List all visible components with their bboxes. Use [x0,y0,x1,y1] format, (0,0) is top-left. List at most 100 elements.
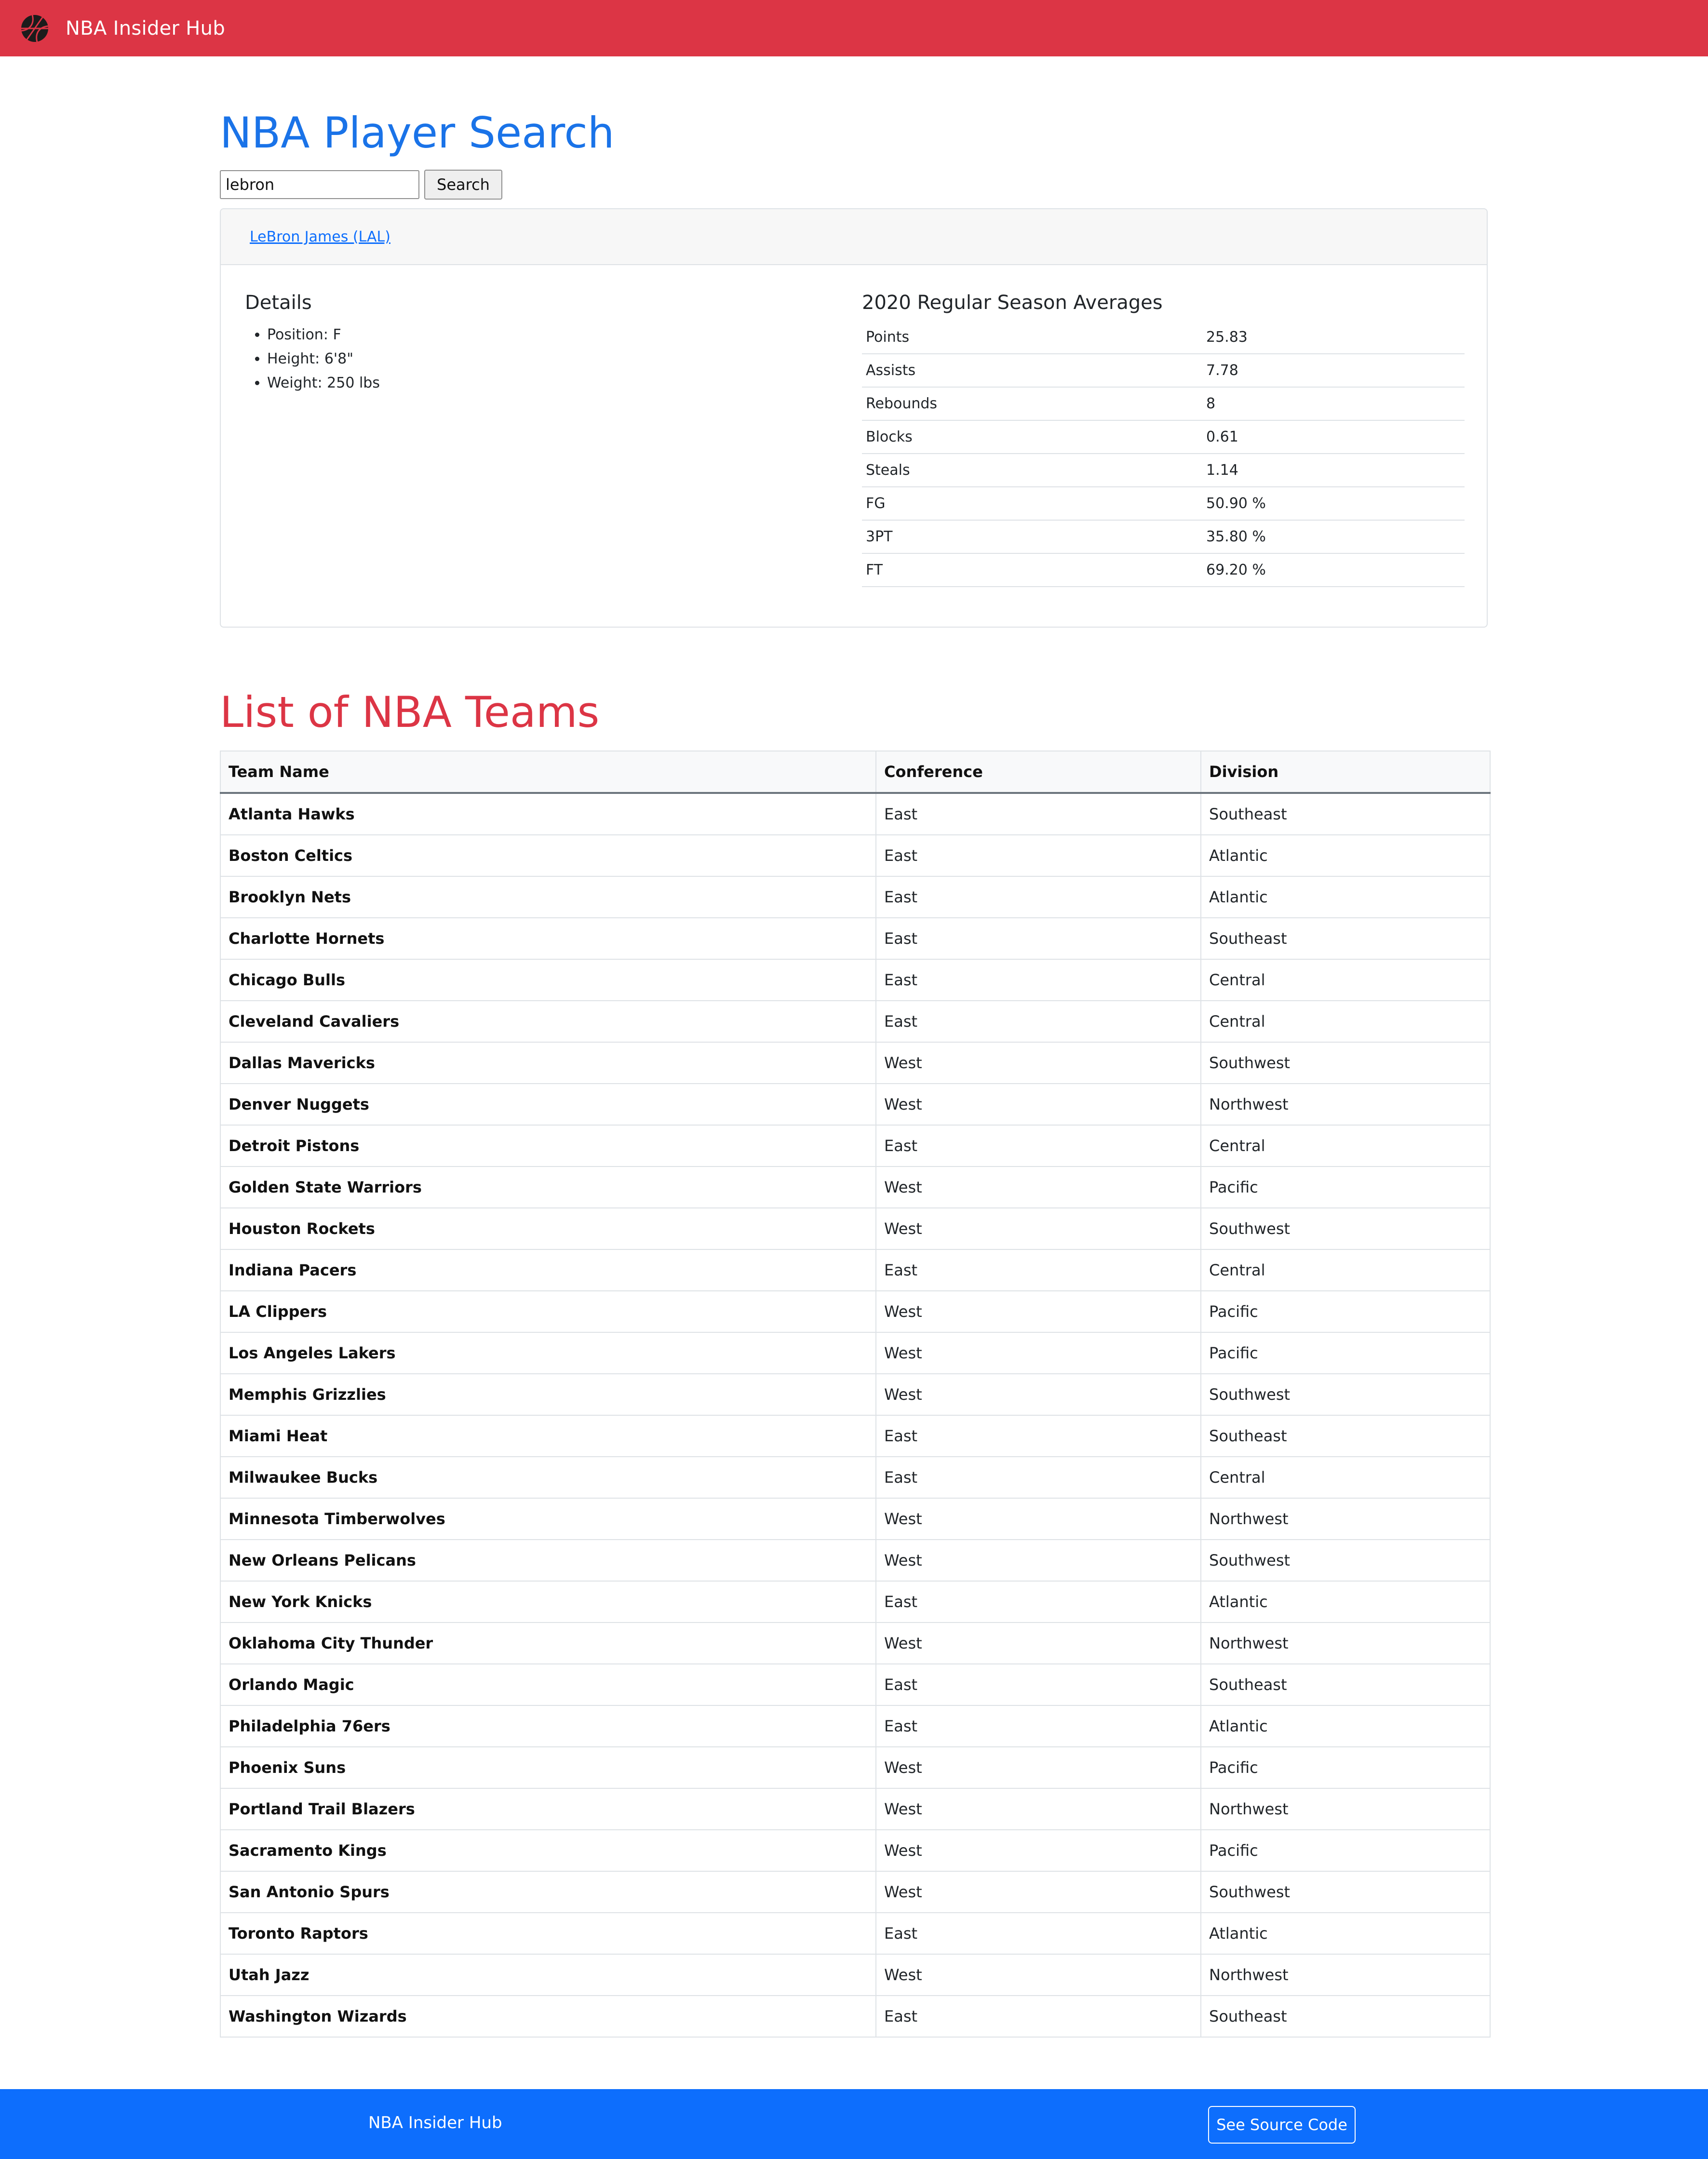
table-row: Atlanta Hawks East Southeast [220,792,1491,835]
conference-cell: East [875,1456,1201,1499]
search-button[interactable]: Search [424,170,502,200]
team-name-cell: Boston Celtics [220,834,876,877]
conference-cell: East [875,792,1201,835]
table-row: Indiana Pacers East Central [220,1249,1491,1291]
table-row: LA Clippers West Pacific [220,1290,1491,1333]
table-row: Memphis Grizzlies West Southwest [220,1373,1491,1416]
team-name-cell: Philadelphia 76ers [220,1705,876,1747]
conference-cell: East [875,1705,1201,1747]
conference-cell: East [875,876,1201,918]
table-row: Toronto Raptors East Atlantic [220,1912,1491,1955]
team-name-cell: Los Angeles Lakers [220,1332,876,1374]
table-row: Houston Rockets West Southwest [220,1207,1491,1250]
conference-cell: West [875,1166,1201,1208]
conference-cell: East [875,1581,1201,1623]
average-value: 50.90 % [1202,487,1465,521]
average-value: 0.61 [1202,420,1465,454]
division-cell: Central [1200,1249,1491,1291]
team-name-cell: Dallas Mavericks [220,1042,876,1084]
search-form: Search [220,170,502,200]
detail-position: Position: F [267,323,380,347]
conference-cell: East [875,959,1201,1001]
conference-cell: West [875,1871,1201,1913]
teams-table: Team Name Conference Division Atlanta Ha… [220,751,1491,2038]
teams-title: List of NBA Teams [220,687,600,737]
average-label: 3PT [862,520,1202,554]
table-row: Utah Jazz West Northwest [220,1954,1491,1996]
team-name-cell: Atlanta Hawks [220,792,876,835]
table-row: Charlotte Hornets East Southeast [220,917,1491,960]
conference-cell: West [875,1829,1201,1872]
team-name-cell: Charlotte Hornets [220,917,876,960]
table-row: Dallas Mavericks West Southwest [220,1042,1491,1084]
team-name-cell: Phoenix Suns [220,1746,876,1789]
conference-cell: West [875,1373,1201,1416]
division-cell: Southwest [1200,1539,1491,1582]
table-row: Philadelphia 76ers East Atlantic [220,1705,1491,1747]
season-averages: 2020 Regular Season Averages Points 25.83… [862,290,1465,587]
division-cell: Central [1200,959,1491,1001]
navbar: NBA Insider Hub [0,0,1708,56]
conference-cell: East [875,834,1201,877]
navbar-brand[interactable]: NBA Insider Hub [20,14,225,43]
division-cell: Southeast [1200,1995,1491,2038]
average-row: 3PT 35.80 % [862,520,1465,554]
division-cell: Pacific [1200,1166,1491,1208]
conference-cell: West [875,1290,1201,1333]
division-cell: Southwest [1200,1042,1491,1084]
average-value: 8 [1202,387,1465,421]
average-value: 7.78 [1202,354,1465,388]
team-name-cell: New York Knicks [220,1581,876,1623]
division-cell: Atlantic [1200,1705,1491,1747]
division-cell: Atlantic [1200,1912,1491,1955]
average-label: Steals [862,454,1202,487]
details-heading: Details [245,292,312,314]
header-division: Division [1200,751,1491,794]
see-source-code-button[interactable]: See Source Code [1208,2106,1356,2144]
table-row: Minnesota Timberwolves West Northwest [220,1498,1491,1540]
player-details: Details Position: F Height: 6'8" Weight:… [245,290,380,395]
header-team-name: Team Name [220,751,876,794]
player-result-link[interactable]: LeBron James (LAL) [250,228,390,245]
table-row: Miami Heat East Southeast [220,1415,1491,1457]
team-name-cell: San Antonio Spurs [220,1871,876,1913]
team-name-cell: Oklahoma City Thunder [220,1622,876,1664]
table-row: Washington Wizards East Southeast [220,1995,1491,2038]
average-row: Points 25.83 [862,321,1465,354]
team-name-cell: Miami Heat [220,1415,876,1457]
average-value: 69.20 % [1202,553,1465,587]
table-row: Los Angeles Lakers West Pacific [220,1332,1491,1374]
table-row: Detroit Pistons East Central [220,1125,1491,1167]
team-name-cell: Toronto Raptors [220,1912,876,1955]
team-name-cell: Denver Nuggets [220,1083,876,1126]
conference-cell: East [875,1415,1201,1457]
division-cell: Central [1200,1125,1491,1167]
search-input[interactable] [220,170,419,199]
division-cell: Southwest [1200,1207,1491,1250]
team-name-cell: Utah Jazz [220,1954,876,1996]
table-row: Oklahoma City Thunder West Northwest [220,1622,1491,1664]
footer: NBA Insider Hub See Source Code [0,2089,1708,2159]
division-cell: Southwest [1200,1871,1491,1913]
team-name-cell: Memphis Grizzlies [220,1373,876,1416]
conference-cell: West [875,1042,1201,1084]
table-row: Boston Celtics East Atlantic [220,834,1491,877]
division-cell: Northwest [1200,1788,1491,1830]
average-row: Rebounds 8 [862,387,1465,421]
division-cell: Northwest [1200,1622,1491,1664]
division-cell: Southeast [1200,1415,1491,1457]
average-label: FT [862,553,1202,587]
team-name-cell: Washington Wizards [220,1995,876,2038]
conference-cell: East [875,917,1201,960]
average-value: 1.14 [1202,454,1465,487]
conference-cell: West [875,1746,1201,1789]
team-name-cell: Orlando Magic [220,1663,876,1706]
average-label: Points [862,321,1202,354]
table-row: Phoenix Suns West Pacific [220,1746,1491,1789]
team-name-cell: Sacramento Kings [220,1829,876,1872]
division-cell: Pacific [1200,1332,1491,1374]
conference-cell: West [875,1539,1201,1582]
average-row: FG 50.90 % [862,487,1465,521]
team-name-cell: Houston Rockets [220,1207,876,1250]
detail-height: Height: 6'8" [267,347,380,371]
